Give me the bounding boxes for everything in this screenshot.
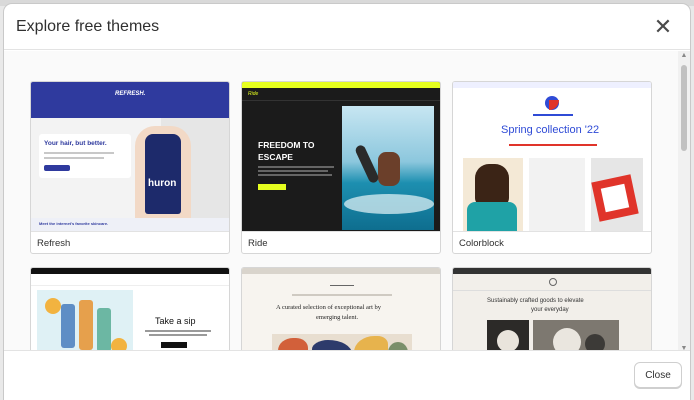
theme-card-crafted[interactable]: Sustainably crafted goods to elevate you… bbox=[452, 267, 652, 354]
sip-headline: Take a sip bbox=[155, 316, 196, 326]
refresh-headline: Your hair, but better. bbox=[44, 140, 107, 147]
theme-name-refresh: Refresh bbox=[31, 231, 229, 253]
vertical-scrollbar[interactable]: ▲ ▼ bbox=[678, 51, 690, 354]
theme-card-refresh[interactable]: REFRESH. Your hair, but better. huron Me… bbox=[30, 81, 230, 254]
crafted-headline-1: Sustainably crafted goods to elevate bbox=[487, 298, 584, 304]
close-button[interactable]: Close bbox=[634, 362, 682, 388]
scroll-up-arrow-icon[interactable]: ▲ bbox=[678, 51, 690, 61]
themes-grid: REFRESH. Your hair, but better. huron Me… bbox=[30, 81, 652, 354]
theme-preview-art: A curated selection of exceptional art b… bbox=[242, 268, 440, 354]
ride-logo: Ride bbox=[248, 91, 259, 97]
theme-card-sip[interactable]: Take a sip bbox=[30, 267, 230, 354]
scrollbar-thumb[interactable] bbox=[681, 65, 687, 151]
theme-preview-sip: Take a sip bbox=[31, 268, 229, 354]
modal-footer: Close bbox=[4, 350, 690, 400]
ride-headline-1: FREEDOM TO bbox=[258, 140, 315, 150]
refresh-caption: Meet the internet's favorite skincare. bbox=[39, 221, 109, 226]
themes-scroll-area[interactable]: REFRESH. Your hair, but better. huron Me… bbox=[4, 51, 690, 354]
theme-card-art[interactable]: A curated selection of exceptional art b… bbox=[241, 267, 441, 354]
theme-name-colorblock: Colorblock bbox=[453, 231, 651, 253]
crafted-headline-2: your everyday bbox=[531, 307, 569, 313]
theme-preview-ride: Ride FREEDOM TO ESCAPE bbox=[242, 82, 440, 231]
refresh-logo: REFRESH. bbox=[115, 91, 146, 97]
theme-card-colorblock[interactable]: Spring collection '22 Colorblock bbox=[452, 81, 652, 254]
modal-title: Explore free themes bbox=[16, 17, 160, 35]
theme-name-ride: Ride bbox=[242, 231, 440, 253]
theme-preview-refresh: REFRESH. Your hair, but better. huron Me… bbox=[31, 82, 229, 231]
explore-themes-modal: Explore free themes ✕ REFRESH. Your hair… bbox=[4, 4, 690, 400]
refresh-product-label: huron bbox=[148, 178, 177, 189]
colorblock-headline: Spring collection '22 bbox=[501, 124, 600, 136]
ride-headline-2: ESCAPE bbox=[258, 152, 293, 162]
theme-preview-colorblock: Spring collection '22 bbox=[453, 82, 651, 231]
art-headline-1: A curated selection of exceptional art b… bbox=[276, 304, 382, 311]
theme-card-ride[interactable]: Ride FREEDOM TO ESCAPE Ride bbox=[241, 81, 441, 254]
art-headline-2: emerging talent. bbox=[316, 314, 359, 321]
modal-header: Explore free themes ✕ bbox=[4, 4, 690, 50]
theme-preview-crafted: Sustainably crafted goods to elevate you… bbox=[453, 268, 651, 354]
close-icon[interactable]: ✕ bbox=[650, 14, 676, 40]
